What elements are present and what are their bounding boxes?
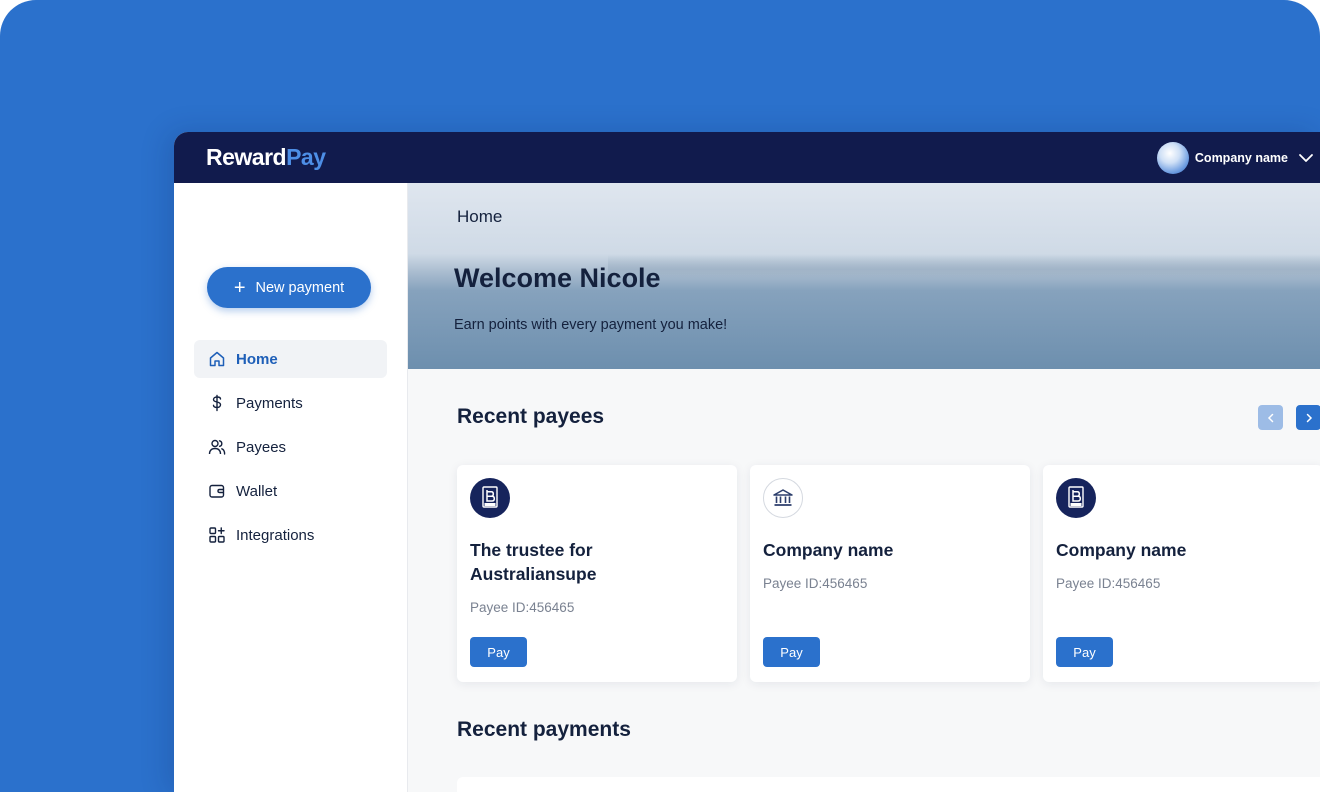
sidebar-item-label: Integrations [236,526,315,544]
dollar-icon [212,394,222,412]
bpay-icon [470,478,510,518]
top-bar: RewardPay Company name [174,132,1320,183]
sidebar: + New payment Home Payments Payees Walle… [174,183,408,792]
bank-icon [763,478,803,518]
users-icon [208,439,226,455]
payee-id: Payee ID:456465 [470,600,575,615]
recent-payments-panel [457,777,1320,792]
account-name: Company name [1194,151,1288,165]
sidebar-item-label: Payees [236,438,287,456]
sidebar-item-payees[interactable]: Payees [194,428,387,466]
recent-payees-title: Recent payees [457,405,605,428]
carousel-next-button[interactable] [1296,405,1320,430]
chevron-left-icon [1267,413,1273,422]
new-payment-label: New payment [255,279,345,296]
bpay-icon [1056,478,1096,518]
chevron-right-icon [1306,413,1312,422]
payee-name: Company name [763,540,894,560]
pay-button[interactable]: Pay [1056,637,1113,667]
logo-text-pay: Pay [286,144,326,170]
sidebar-item-label: Wallet [236,482,278,500]
pay-button[interactable]: Pay [470,637,527,667]
hero-banner: Home Welcome Nicole Earn points with eve… [408,183,1320,369]
hero-subtitle: Earn points with every payment you make! [454,317,728,333]
integrations-icon [209,527,225,543]
sidebar-item-payments[interactable]: Payments [194,384,387,422]
page-title: Welcome Nicole [454,263,661,293]
sidebar-item-home[interactable]: Home [194,340,387,378]
rewardpay-logo[interactable]: RewardPay [206,144,326,171]
payee-card[interactable]: Company name Payee ID:456465 Pay [1043,465,1320,682]
payee-card[interactable]: The trustee for Australiansupe Payee ID:… [457,465,737,682]
chevron-down-icon [1299,154,1313,162]
payee-id: Payee ID:456465 [763,576,868,591]
sidebar-item-integrations[interactable]: Integrations [194,516,387,554]
hero-horizon [608,255,1320,279]
home-icon [209,351,225,367]
logo-text-reward: Reward [206,144,287,170]
new-payment-button[interactable]: + New payment [207,267,371,308]
payee-name: Company name [1056,540,1187,560]
payee-name: The trustee for Australiansupe [470,540,597,584]
sidebar-item-label: Home [236,350,278,368]
plus-icon: + [233,276,246,299]
payee-card[interactable]: Company name Payee ID:456465 Pay [750,465,1030,682]
breadcrumb: Home [457,207,503,226]
payee-id: Payee ID:456465 [1056,576,1161,591]
wallet-icon [209,484,225,498]
avatar [1156,142,1189,174]
recent-payments-title: Recent payments [457,718,631,741]
sidebar-item-label: Payments [236,394,303,412]
pay-button[interactable]: Pay [763,637,820,667]
main-content: Home Welcome Nicole Earn points with eve… [408,183,1320,792]
account-menu[interactable]: Company name [1156,142,1320,174]
carousel-prev-button[interactable] [1258,405,1283,430]
sidebar-nav: Home Payments Payees Wallet Integrations [194,340,387,560]
sidebar-item-wallet[interactable]: Wallet [194,472,387,510]
app-window: RewardPay Company name + New payment Hom… [174,132,1320,792]
